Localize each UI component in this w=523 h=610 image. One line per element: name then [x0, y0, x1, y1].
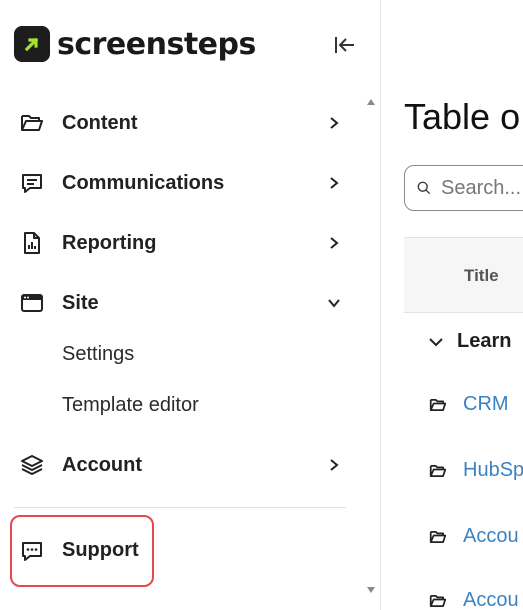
folder-open-icon	[429, 464, 447, 477]
table-row[interactable]: Accou	[429, 589, 519, 610]
report-icon	[18, 229, 46, 257]
main-content: Table o Title Learn CRM HubSp Accou Acco…	[381, 0, 523, 610]
folder-open-icon	[429, 594, 447, 607]
search-icon	[417, 181, 431, 195]
table-row[interactable]: CRM	[429, 393, 509, 416]
folder-open-icon	[429, 530, 447, 543]
sidebar-subitem-template-editor[interactable]: Template editor	[62, 390, 199, 420]
sidebar-item-label: Site	[62, 291, 99, 314]
sidebar-subitem-settings[interactable]: Settings	[62, 339, 134, 369]
layers-icon	[18, 451, 46, 479]
row-link[interactable]: HubSp	[463, 459, 523, 482]
sidebar-divider	[14, 507, 346, 508]
chat-dots-icon	[18, 537, 46, 565]
search-input[interactable]	[439, 175, 523, 201]
table-row[interactable]: Accou	[429, 525, 519, 548]
sidebar-item-label: Account	[62, 453, 142, 476]
search-box[interactable]	[404, 165, 523, 211]
scroll-up-arrow[interactable]	[366, 97, 376, 107]
sidebar: screensteps Content Communications Repor…	[0, 0, 381, 610]
brand-name: screensteps	[57, 26, 256, 62]
collapse-left-icon	[335, 37, 354, 53]
sidebar-item-label: Support	[62, 539, 139, 561]
collapse-sidebar-button[interactable]	[332, 33, 358, 57]
chevron-right-icon	[324, 455, 344, 475]
row-link[interactable]: CRM	[463, 393, 509, 416]
brand-logo[interactable]: screensteps	[14, 26, 256, 62]
column-header-title[interactable]: Title	[464, 266, 499, 286]
group-label: Learn	[457, 330, 512, 352]
sidebar-item-account[interactable]: Account	[14, 445, 354, 485]
chevron-down-icon	[324, 293, 344, 313]
row-link[interactable]: Accou	[463, 589, 519, 610]
chevron-right-icon	[324, 233, 344, 253]
row-link[interactable]: Accou	[463, 525, 519, 548]
sidebar-item-label: Communications	[62, 171, 225, 194]
table-header: Title	[404, 237, 523, 313]
chevron-right-icon	[324, 173, 344, 193]
sidebar-item-communications[interactable]: Communications	[14, 163, 354, 203]
sidebar-item-site[interactable]: Site	[14, 283, 354, 323]
sidebar-item-reporting[interactable]: Reporting	[14, 223, 354, 263]
chevron-down-icon	[429, 337, 443, 346]
folder-open-icon	[18, 109, 46, 137]
chevron-right-icon	[324, 113, 344, 133]
table-row[interactable]: HubSp	[429, 459, 523, 482]
scroll-down-arrow[interactable]	[366, 585, 376, 595]
logo-mark-icon	[14, 26, 50, 62]
sidebar-item-support[interactable]: Support	[10, 515, 154, 587]
sidebar-item-label: Content	[62, 111, 138, 134]
browser-window-icon	[18, 289, 46, 317]
folder-open-icon	[429, 398, 447, 411]
table-group-row[interactable]: Learn	[427, 330, 511, 353]
sidebar-item-label: Reporting	[62, 231, 157, 254]
page-title: Table o	[404, 96, 521, 137]
sidebar-item-content[interactable]: Content	[14, 103, 354, 143]
message-icon	[18, 169, 46, 197]
